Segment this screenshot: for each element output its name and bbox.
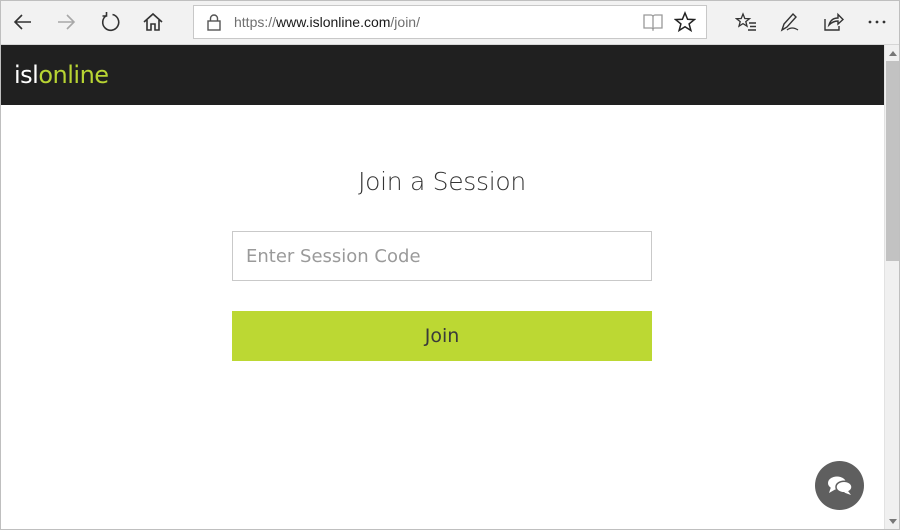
favorites-list-icon bbox=[735, 12, 756, 31]
notes-button[interactable] bbox=[774, 7, 804, 37]
lock-icon bbox=[207, 14, 221, 31]
favorites-button[interactable] bbox=[731, 7, 761, 37]
home-button[interactable] bbox=[138, 7, 168, 37]
back-arrow-icon bbox=[13, 14, 31, 30]
more-icon bbox=[868, 20, 886, 24]
url-text: https://www.islonline.com/join/ bbox=[234, 6, 420, 38]
url-host: www.islonline.com bbox=[276, 14, 391, 30]
scroll-up-icon[interactable] bbox=[888, 49, 898, 57]
site-header: islonline bbox=[0, 45, 884, 105]
session-code-input[interactable] bbox=[232, 231, 652, 281]
url-path: /join/ bbox=[390, 14, 420, 30]
islonline-logo[interactable]: islonline bbox=[14, 60, 109, 90]
forward-button[interactable] bbox=[51, 7, 81, 37]
scroll-down-icon[interactable] bbox=[888, 518, 898, 526]
logo-text-isl: isl bbox=[14, 61, 39, 89]
reading-view-icon[interactable] bbox=[642, 13, 664, 31]
share-button[interactable] bbox=[818, 7, 848, 37]
pen-icon bbox=[780, 12, 799, 32]
url-prefix: https:// bbox=[234, 14, 277, 30]
star-icon[interactable] bbox=[674, 11, 696, 33]
share-icon bbox=[824, 12, 844, 31]
chat-bubbles-icon bbox=[827, 476, 853, 495]
scroll-thumb[interactable] bbox=[886, 61, 899, 261]
chat-button[interactable] bbox=[815, 461, 864, 510]
more-button[interactable] bbox=[862, 7, 892, 37]
home-icon bbox=[143, 12, 163, 31]
browser-toolbar: https://www.islonline.com/join/ bbox=[0, 0, 900, 45]
page-title: Join a Session bbox=[358, 167, 526, 196]
join-button[interactable]: Join bbox=[232, 311, 652, 361]
refresh-icon bbox=[101, 12, 120, 32]
logo-text-online: online bbox=[38, 61, 109, 89]
back-button[interactable] bbox=[8, 7, 38, 37]
vertical-scrollbar[interactable] bbox=[884, 45, 900, 530]
address-bar[interactable]: https://www.islonline.com/join/ bbox=[193, 5, 707, 39]
refresh-button[interactable] bbox=[95, 7, 125, 37]
forward-arrow-icon bbox=[58, 14, 76, 30]
